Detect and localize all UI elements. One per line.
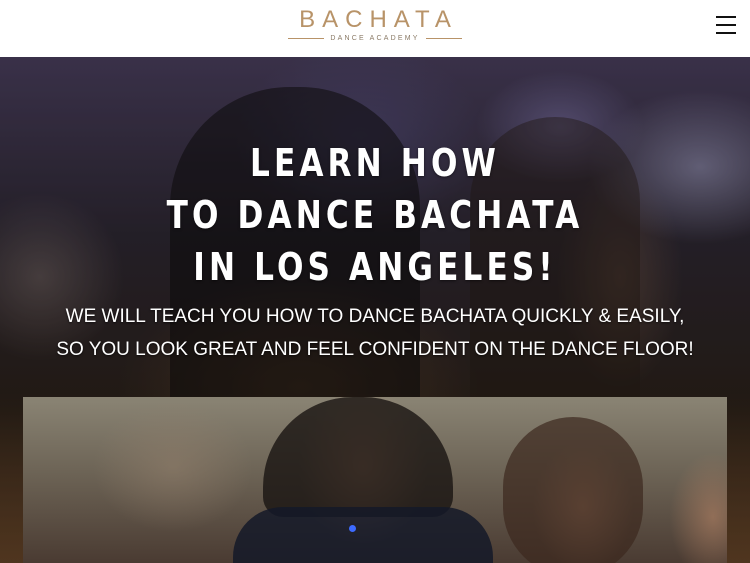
video-light-dot (349, 525, 356, 532)
hero-title-line: IN LOS ANGELES! (193, 245, 557, 289)
menu-bar (716, 24, 736, 26)
video-person-figure (233, 507, 493, 563)
site-header: BACHATA DANCE ACADEMY (0, 0, 750, 57)
logo-subtitle: DANCE ACADEMY (330, 35, 420, 42)
menu-bar (716, 32, 736, 34)
hero-title: LEARN HOW TO DANCE BACHATA IN LOS ANGELE… (68, 137, 683, 293)
menu-bar (716, 16, 736, 18)
hero-subtitle-line: SO YOU LOOK GREAT AND FEEL CONFIDENT ON … (56, 339, 694, 360)
logo[interactable]: BACHATA DANCE ACADEMY (0, 6, 750, 42)
hero-title-line: TO DANCE BACHATA (166, 193, 584, 237)
hero-subtitle: WE WILL TEACH YOU HOW TO DANCE BACHATA Q… (0, 300, 750, 366)
logo-rule-left (288, 38, 325, 39)
hero-title-line: LEARN HOW (249, 141, 501, 185)
logo-title: BACHATA (299, 6, 458, 33)
logo-subtitle-row: DANCE ACADEMY (0, 35, 750, 42)
video-person-figure (263, 397, 453, 517)
video-person-figure (503, 417, 643, 563)
logo-rule-right (425, 38, 462, 39)
hamburger-menu-icon[interactable] (716, 16, 736, 34)
hero-video-thumbnail[interactable] (23, 397, 727, 563)
hero-subtitle-line: WE WILL TEACH YOU HOW TO DANCE BACHATA Q… (65, 306, 685, 327)
